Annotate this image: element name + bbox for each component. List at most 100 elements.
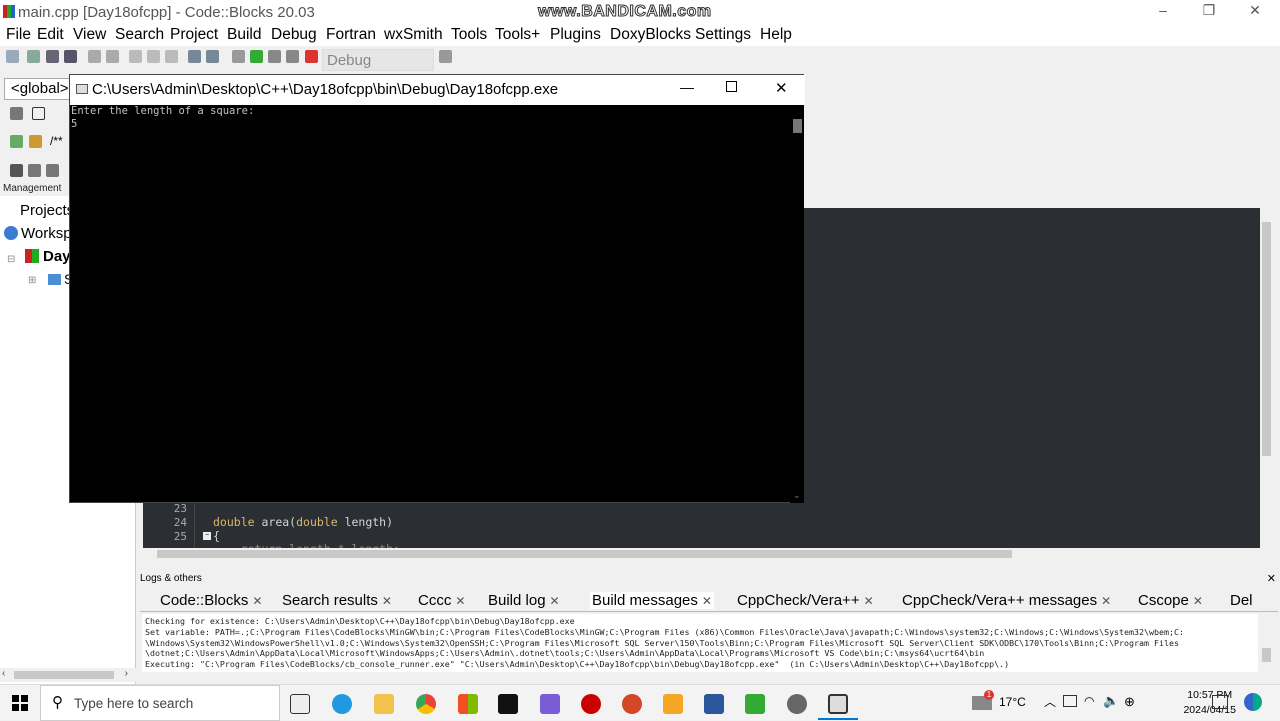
target-options-icon[interactable] [439, 50, 452, 63]
debug-tool-icon[interactable] [10, 135, 23, 148]
task-view-icon[interactable] [290, 694, 310, 714]
debug-start-icon[interactable] [10, 164, 23, 177]
build-run-icon[interactable] [268, 50, 281, 63]
console-window[interactable]: C:\Users\Admin\Desktop\C++\Day18ofcpp\bi… [69, 74, 805, 503]
tab-search-results[interactable]: Search results ✕ [282, 592, 392, 609]
menu-doxyblocks[interactable]: DoxyBlocks [610, 26, 691, 44]
microsoft-store-icon[interactable] [458, 694, 478, 714]
debug-window-icon[interactable] [29, 135, 42, 148]
collapse-icon[interactable]: ⊟ [7, 254, 15, 265]
menu-build[interactable]: Build [227, 26, 261, 44]
file-explorer-icon[interactable] [374, 694, 394, 714]
save-icon[interactable] [46, 50, 59, 63]
cut-icon[interactable] [129, 50, 142, 63]
save-all-icon[interactable] [64, 50, 77, 63]
settings-gear-icon[interactable] [787, 694, 807, 714]
menu-debug[interactable]: Debug [271, 26, 317, 44]
menu-view[interactable]: View [73, 26, 106, 44]
workspace-item[interactable]: Worksp [21, 225, 72, 242]
tiktok-icon[interactable] [498, 694, 518, 714]
menu-fortran[interactable]: Fortran [326, 26, 376, 44]
menu-settings[interactable]: Settings [695, 26, 751, 44]
action-center-icon[interactable] [1212, 695, 1228, 709]
console-vscrollbar[interactable]: ⌄ [790, 105, 804, 503]
taskbar-search[interactable]: ⚲ Type here to search [40, 685, 280, 721]
logs-panel: Logs & others ✕ Code::Blocks ✕ Search res… [138, 572, 1280, 684]
abort-icon[interactable] [305, 50, 318, 63]
paste-icon[interactable] [165, 50, 178, 63]
build-target-select[interactable]: Debug [322, 49, 434, 71]
step-over-icon[interactable] [46, 164, 59, 177]
menu-help[interactable]: Help [760, 26, 792, 44]
bandicam-icon[interactable] [581, 694, 601, 714]
scope-select[interactable]: <global> [4, 78, 70, 100]
undo-icon[interactable] [88, 50, 101, 63]
menu-bar: File Edit View Search Project Build Debu… [0, 24, 1280, 46]
minimize-button[interactable]: – [1140, 2, 1186, 22]
expand-icon[interactable]: ⊞ [28, 275, 36, 286]
wifi-icon[interactable]: ◠ [1084, 694, 1094, 708]
weather-temperature[interactable]: 17°C [999, 695, 1026, 709]
build-gear-icon[interactable] [232, 50, 245, 63]
close-logs-icon[interactable]: ✕ [1267, 572, 1276, 585]
logs-vscrollbar[interactable] [1260, 614, 1273, 672]
open-file-icon[interactable] [27, 50, 40, 63]
new-file-icon[interactable] [6, 50, 19, 63]
tab-build-log[interactable]: Build log ✕ [488, 592, 560, 609]
console-icon [76, 84, 88, 94]
console-close-button[interactable]: ✕ [775, 79, 788, 97]
codeblocks-taskbar-icon[interactable] [745, 694, 765, 714]
powerpoint-icon[interactable] [622, 694, 642, 714]
redo-icon[interactable] [106, 50, 119, 63]
tab-cppcheck[interactable]: CppCheck/Vera++ ✕ [737, 592, 874, 609]
volume-icon[interactable]: 🔈 [1103, 693, 1119, 709]
replace-icon[interactable] [206, 50, 219, 63]
rebuild-icon[interactable] [286, 50, 299, 63]
tab-cccc[interactable]: Cccc ✕ [418, 592, 465, 609]
language-globe-icon[interactable]: ⊕ [1124, 694, 1135, 710]
tab-build-messages[interactable]: Build messages ✕ [590, 592, 714, 609]
build-log-output: Checking for existence: C:\Users\Admin\D… [142, 614, 1258, 672]
run-icon[interactable] [250, 50, 263, 63]
chrome-icon[interactable] [416, 694, 436, 714]
menu-file[interactable]: File [6, 26, 31, 44]
menu-tools-plus[interactable]: Tools+ [495, 26, 540, 44]
edge-icon[interactable] [332, 694, 352, 714]
battery-icon[interactable] [1063, 695, 1077, 707]
management-hscrollbar[interactable]: ‹ › [0, 668, 136, 682]
logs-tabs: Code::Blocks ✕ Search results ✕ Cccc ✕ Buil… [140, 588, 1278, 612]
console-taskbar-icon[interactable] [828, 694, 848, 714]
copy-icon[interactable] [147, 50, 160, 63]
clipchamp-icon[interactable] [540, 694, 560, 714]
close-button[interactable]: ✕ [1232, 2, 1278, 22]
console-minimize-button[interactable]: — [680, 79, 694, 95]
project-item[interactable]: Day [43, 248, 71, 265]
find-icon[interactable] [188, 50, 201, 63]
menu-wxsmith[interactable]: wxSmith [384, 26, 443, 44]
word-icon[interactable] [704, 694, 724, 714]
menu-project[interactable]: Project [170, 26, 218, 44]
step-into-icon[interactable] [28, 164, 41, 177]
menu-tools[interactable]: Tools [451, 26, 487, 44]
tab-codeblocks[interactable]: Code::Blocks ✕ [160, 592, 262, 609]
tab-del[interactable]: Del [1230, 592, 1253, 609]
maximize-button[interactable]: ❐ [1186, 2, 1232, 22]
tab-cppcheck-messages[interactable]: CppCheck/Vera++ messages ✕ [902, 592, 1111, 609]
sublime-icon[interactable] [663, 694, 683, 714]
pointer-icon[interactable] [10, 107, 23, 120]
rectangle-icon[interactable] [32, 107, 45, 120]
menu-search[interactable]: Search [115, 26, 164, 44]
system-clock[interactable]: 10:57 PM 2024/04/15 [1183, 688, 1236, 718]
start-icon[interactable] [12, 695, 28, 711]
console-maximize-button[interactable] [726, 81, 737, 92]
copilot-icon[interactable] [1244, 693, 1262, 711]
doxy-comment-label[interactable]: /** [50, 134, 63, 148]
chevron-up-icon[interactable]: ︿ [1044, 693, 1056, 710]
menu-edit[interactable]: Edit [37, 26, 64, 44]
fold-icon[interactable]: − [203, 532, 211, 540]
tab-projects[interactable]: Projects [20, 202, 74, 219]
tab-cscope[interactable]: Cscope ✕ [1138, 592, 1203, 609]
editor-vscrollbar[interactable] [1260, 208, 1273, 548]
editor-hscrollbar[interactable] [143, 548, 1273, 560]
menu-plugins[interactable]: Plugins [550, 26, 601, 44]
